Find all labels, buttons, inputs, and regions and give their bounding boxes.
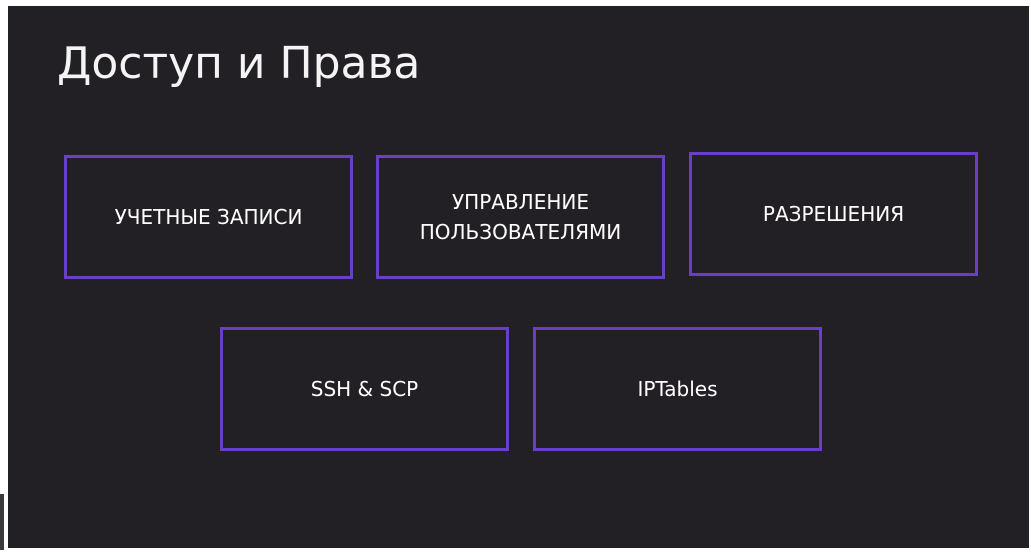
tile-ssh-scp[interactable]: SSH & SCP (220, 327, 509, 451)
tile-accounts-label: УЧЕТНЫЕ ЗАПИСИ (114, 205, 303, 229)
tile-permissions[interactable]: РАЗРЕШЕНИЯ (689, 152, 978, 276)
presentation-slide: Доступ и Права УЧЕТНЫЕ ЗАПИСИ УПРАВЛЕНИЕ… (8, 6, 1029, 548)
tile-permissions-label: РАЗРЕШЕНИЯ (762, 202, 905, 226)
tile-iptables-label: IPTables (637, 377, 718, 401)
tile-user-management[interactable]: УПРАВЛЕНИЕ ПОЛЬЗОВАТЕЛЯМИ (376, 155, 665, 279)
window-edge-marker (0, 494, 4, 550)
tile-iptables[interactable]: IPTables (533, 327, 822, 451)
tile-user-management-label: УПРАВЛЕНИЕ ПОЛЬЗОВАТЕЛЯМИ (419, 190, 622, 244)
tile-accounts[interactable]: УЧЕТНЫЕ ЗАПИСИ (64, 155, 353, 279)
tile-ssh-scp-label: SSH & SCP (310, 377, 419, 401)
slide-title: Доступ и Права (57, 38, 421, 89)
